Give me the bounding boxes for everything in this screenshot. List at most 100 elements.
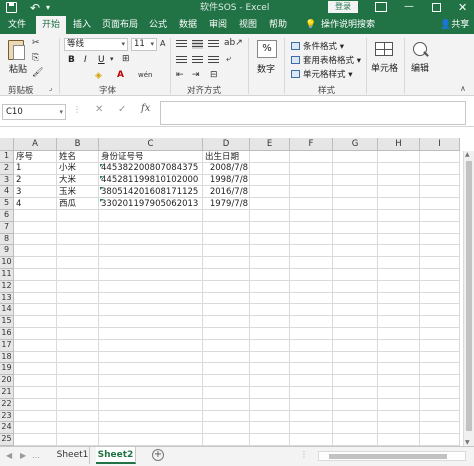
split-handle[interactable]: ⋮ bbox=[300, 450, 308, 459]
column-header-a[interactable]: A bbox=[14, 138, 57, 151]
row-header-1[interactable]: 1 bbox=[0, 151, 14, 163]
cell-a1[interactable]: 序号 bbox=[16, 152, 55, 163]
ribbon-display-options-icon[interactable] bbox=[375, 2, 387, 12]
tab-help[interactable]: 帮助 bbox=[264, 16, 292, 34]
search-icon[interactable] bbox=[413, 42, 427, 56]
collapse-ribbon-icon[interactable]: ∧ bbox=[460, 84, 466, 93]
column-header-g[interactable]: G bbox=[333, 138, 378, 151]
number-as-text-indicator[interactable] bbox=[100, 163, 103, 167]
column-header-c[interactable]: C bbox=[99, 138, 203, 151]
font-name-select[interactable]: 等线 ▾ bbox=[64, 38, 128, 51]
cell-d2[interactable]: 2008/7/8 bbox=[205, 163, 248, 174]
tab-home[interactable]: 开始 bbox=[36, 16, 66, 34]
borders-icon[interactable]: ⊞ bbox=[122, 54, 130, 64]
align-top-icon[interactable] bbox=[176, 40, 187, 49]
number-format-button[interactable]: 数字 bbox=[257, 62, 275, 75]
add-sheet-icon[interactable]: + bbox=[152, 449, 164, 461]
italic-button[interactable]: I bbox=[84, 55, 87, 65]
insert-function-icon[interactable]: fx bbox=[141, 103, 150, 114]
row-header-15[interactable]: 15 bbox=[0, 316, 14, 328]
row-header-20[interactable]: 20 bbox=[0, 375, 14, 387]
confirm-icon[interactable]: ✓ bbox=[118, 104, 126, 115]
prev-sheet-icon[interactable]: ◀ bbox=[6, 451, 12, 460]
cell-d1[interactable]: 出生日期 bbox=[205, 152, 248, 163]
conditional-format-button[interactable]: 条件格式 ▾ bbox=[291, 40, 344, 52]
column-header-b[interactable]: B bbox=[57, 138, 99, 151]
scroll-up-icon[interactable]: ▲ bbox=[465, 151, 470, 158]
align-center-icon[interactable] bbox=[192, 56, 203, 65]
worksheet-grid[interactable]: A B C D E F G H I 1 2 3 4 5 6 7 8 9 10 11 12 13 14 15 16 17 18 19 20… bbox=[0, 138, 474, 446]
paste-button[interactable]: 粘贴 bbox=[9, 62, 27, 75]
tab-page-layout[interactable]: 页面布局 bbox=[98, 16, 142, 34]
formula-input[interactable] bbox=[160, 101, 466, 125]
cells-icon[interactable] bbox=[375, 42, 393, 56]
paste-icon[interactable] bbox=[8, 40, 25, 60]
number-as-text-indicator[interactable] bbox=[100, 175, 103, 179]
number-format-icon[interactable]: % bbox=[257, 40, 277, 58]
row-header-19[interactable]: 19 bbox=[0, 363, 14, 376]
cell-b1[interactable]: 姓名 bbox=[59, 152, 97, 163]
row-header-11[interactable]: 11 bbox=[0, 269, 14, 281]
column-header-f[interactable]: F bbox=[290, 138, 333, 151]
cell-c3[interactable]: 445281199810102000 bbox=[101, 175, 201, 186]
underline-dropdown-icon[interactable]: ▾ bbox=[110, 55, 114, 63]
tab-view[interactable]: 视图 bbox=[234, 16, 262, 34]
cell-b3[interactable]: 大米 bbox=[59, 175, 97, 186]
cell-b5[interactable]: 西瓜 bbox=[59, 199, 97, 210]
decrease-indent-icon[interactable]: ⇤ bbox=[176, 70, 184, 80]
sheet-more-icon[interactable]: … bbox=[32, 451, 40, 460]
font-size-select[interactable]: 11 ▾ bbox=[131, 38, 157, 51]
save-icon[interactable] bbox=[6, 2, 17, 13]
row-header-9[interactable]: 9 bbox=[0, 245, 14, 258]
cell-a5[interactable]: 4 bbox=[16, 199, 55, 210]
column-header-e[interactable]: E bbox=[250, 138, 290, 151]
next-sheet-icon[interactable]: ▶ bbox=[20, 451, 26, 460]
row-header-13[interactable]: 13 bbox=[0, 292, 14, 305]
row-header-10[interactable]: 10 bbox=[0, 257, 14, 269]
cell-d5[interactable]: 1979/7/8 bbox=[205, 199, 248, 210]
vertical-scrollbar[interactable]: ▲ ▼ bbox=[463, 151, 474, 446]
login-button[interactable]: 登录 bbox=[328, 1, 358, 13]
phonetic-icon[interactable]: wén bbox=[138, 71, 152, 79]
align-left-icon[interactable] bbox=[176, 56, 187, 65]
sheet-tab-2[interactable]: Sheet2 bbox=[96, 447, 136, 464]
column-header-i[interactable]: I bbox=[420, 138, 460, 151]
cut-icon[interactable]: ✂ bbox=[32, 38, 40, 48]
number-as-text-indicator[interactable] bbox=[100, 187, 103, 191]
tab-file[interactable]: 文件 bbox=[2, 16, 32, 34]
row-header-21[interactable]: 21 bbox=[0, 387, 14, 399]
cancel-icon[interactable]: ✕ bbox=[95, 104, 103, 115]
copy-icon[interactable]: ⎘ bbox=[32, 53, 39, 63]
merge-center-icon[interactable]: ⊟ bbox=[210, 70, 218, 80]
tab-data[interactable]: 数据 bbox=[174, 16, 202, 34]
close-icon[interactable]: ✕ bbox=[458, 0, 467, 16]
bold-button[interactable]: B bbox=[68, 55, 75, 65]
row-header-4[interactable]: 4 bbox=[0, 186, 14, 199]
align-middle-icon[interactable] bbox=[192, 40, 203, 49]
wrap-text-icon[interactable]: ⤶ bbox=[226, 54, 231, 64]
sheet-tab-1[interactable]: Sheet1 bbox=[56, 447, 90, 464]
font-color-icon[interactable]: A bbox=[117, 70, 124, 80]
format-as-table-button[interactable]: 套用表格格式 ▾ bbox=[291, 54, 361, 66]
row-header-18[interactable]: 18 bbox=[0, 351, 14, 364]
cell-d3[interactable]: 1998/7/8 bbox=[205, 175, 248, 186]
tab-insert[interactable]: 插入 bbox=[68, 16, 96, 34]
share-button[interactable]: 👤共享 bbox=[440, 16, 469, 34]
cell-styles-button[interactable]: 单元格样式 ▾ bbox=[291, 68, 352, 80]
row-header-23[interactable]: 23 bbox=[0, 410, 14, 423]
row-header-12[interactable]: 12 bbox=[0, 280, 14, 293]
row-header-14[interactable]: 14 bbox=[0, 304, 14, 317]
row-header-3[interactable]: 3 bbox=[0, 174, 14, 187]
clipboard-launcher-icon[interactable]: ⌟ bbox=[49, 84, 52, 92]
quick-access-dropdown-icon[interactable]: ▾ bbox=[46, 0, 50, 16]
row-header-2[interactable]: 2 bbox=[0, 162, 14, 175]
cell-c5[interactable]: 330201197905062013 bbox=[101, 199, 201, 210]
cell-a3[interactable]: 2 bbox=[16, 175, 55, 186]
maximize-icon[interactable] bbox=[432, 3, 441, 12]
row-header-5[interactable]: 5 bbox=[0, 198, 14, 210]
drag-handle[interactable]: ⋮ bbox=[73, 105, 81, 114]
increase-indent-icon[interactable]: ⇥ bbox=[192, 70, 200, 80]
column-header-h[interactable]: H bbox=[378, 138, 420, 151]
grow-font-icon[interactable]: A bbox=[160, 39, 165, 48]
cell-c1[interactable]: 身份证号号 bbox=[101, 152, 201, 163]
